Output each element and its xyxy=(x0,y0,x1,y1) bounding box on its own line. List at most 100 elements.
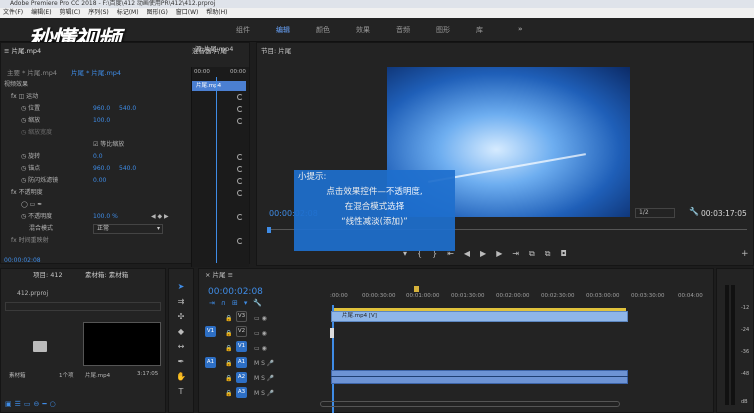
ripple-edit-icon[interactable]: ✣ xyxy=(175,311,187,323)
blend-mode-dropdown[interactable]: 正常 ▾ xyxy=(93,224,163,234)
clip-duration: 3:17:05 xyxy=(137,371,159,377)
project-tab[interactable]: 项目: 412 xyxy=(29,269,63,281)
program-title[interactable]: 节目: 片尾 xyxy=(257,45,291,57)
clip-thumbnail[interactable] xyxy=(83,322,161,366)
reset-icon[interactable] xyxy=(237,94,243,100)
menu-window[interactable]: 窗口(W) xyxy=(176,9,199,16)
mini-clip-bar[interactable]: 片尾.mp4 xyxy=(192,81,246,91)
fit-dropdown[interactable]: 1/2 xyxy=(635,208,675,218)
bin-folder-icon[interactable] xyxy=(33,341,47,352)
reset-icon[interactable] xyxy=(237,214,243,220)
track-a2[interactable]: A2 xyxy=(236,372,247,383)
ellipse-mask-icon[interactable]: ◯ xyxy=(21,201,30,208)
track-v3[interactable]: V3 xyxy=(236,311,247,322)
opacity-value[interactable]: 100.0 % xyxy=(93,211,118,222)
tip-line-3: “线性减淡(添加)” xyxy=(341,217,408,227)
clip-v1-edge[interactable] xyxy=(330,328,334,338)
reset-icon[interactable] xyxy=(237,166,243,172)
slip-tool-icon[interactable]: ↔ xyxy=(175,341,187,353)
effect-timecode[interactable]: 00:00:02:08 xyxy=(4,255,41,266)
fx-icon: fx xyxy=(11,237,19,244)
anchor-row: ◷ 锚点 xyxy=(21,165,41,172)
sequence-clip-dropdown[interactable]: 片尾 * 片尾.mp4 xyxy=(67,67,121,79)
anchor-x-value[interactable]: 960.0 xyxy=(93,163,110,174)
workspace-assembly[interactable]: 组件 xyxy=(236,25,250,35)
menu-help[interactable]: 帮助(H) xyxy=(206,9,227,16)
menu-file[interactable]: 文件(F) xyxy=(3,9,23,16)
position-x-value[interactable]: 960.0 xyxy=(93,103,110,114)
meter-label: -48 xyxy=(741,371,750,377)
effect-controls-tab[interactable]: ≡ 片尾.mp4 xyxy=(0,45,41,57)
reset-icon[interactable] xyxy=(237,154,243,160)
video-effects-label: 视频效果 xyxy=(4,81,29,88)
position-y-value[interactable]: 540.0 xyxy=(119,103,136,114)
track-v2[interactable]: V2 xyxy=(236,326,247,337)
track-a1[interactable]: A1 xyxy=(236,357,247,368)
ruler-tick: 00:03:30:00 xyxy=(631,293,665,299)
program-playhead[interactable] xyxy=(267,227,271,233)
mini-time-end: 00:00 xyxy=(230,69,246,75)
type-tool-icon[interactable]: T xyxy=(175,386,187,398)
source-clip-dropdown[interactable]: 主要 * 片尾.mp4 xyxy=(3,67,57,79)
scale-value[interactable]: 100.0 xyxy=(93,115,110,126)
track-v1[interactable]: V1 xyxy=(236,341,247,352)
pen-tool-icon[interactable]: ✒ xyxy=(175,356,187,368)
project-search-input[interactable] xyxy=(5,302,161,311)
wrench-icon[interactable]: 🔧 xyxy=(689,207,699,216)
rotation-value[interactable]: 0.0 xyxy=(93,151,103,162)
menu-sequence[interactable]: 序列(S) xyxy=(88,9,109,16)
reset-icon[interactable] xyxy=(237,118,243,124)
pen-mask-icon[interactable]: ✒ xyxy=(37,201,42,208)
menu-clip[interactable]: 剪辑(C) xyxy=(59,9,80,16)
lock-icons[interactable]: 🔒 🔒 🔒 🔒 🔒 🔒 xyxy=(225,311,232,401)
motion-row[interactable]: fx ◫ 运动 xyxy=(11,91,38,102)
workspace-color[interactable]: 颜色 xyxy=(316,25,330,35)
time-remap-row[interactable]: fx 时间重映射 xyxy=(11,235,49,246)
clip-a2[interactable] xyxy=(331,370,628,384)
timeline-toolbar[interactable]: ⇥∩⊞▾🔧 xyxy=(209,299,268,307)
clip-v2[interactable]: 片尾.mp4 [V] xyxy=(331,311,628,322)
source-patch-a1[interactable]: A1 xyxy=(205,357,216,368)
antiflicker-value[interactable]: 0.00 xyxy=(93,175,106,186)
meter-label: -12 xyxy=(741,305,750,311)
reset-icon[interactable] xyxy=(237,106,243,112)
bin-tab[interactable]: 素材箱: 素材箱 xyxy=(81,269,128,281)
track-select-icon[interactable]: ⇉ xyxy=(175,296,187,308)
reset-icon[interactable] xyxy=(237,190,243,196)
workspace-graphics[interactable]: 图形 xyxy=(436,25,450,35)
menu-marker[interactable]: 标记(M) xyxy=(117,9,139,16)
reset-icon[interactable] xyxy=(237,238,243,244)
timeline-timecode[interactable]: 00:00:02:08 xyxy=(208,287,263,297)
workspace-effects[interactable]: 效果 xyxy=(356,25,370,35)
workspace-libraries[interactable]: 库 xyxy=(476,25,483,35)
mini-playhead[interactable] xyxy=(216,77,217,263)
razor-tool-icon[interactable]: ◆ xyxy=(175,326,187,338)
keyframe-nav-icon[interactable]: ◀ ◆ ▶ xyxy=(151,211,169,222)
timeline-tab[interactable]: × 片尾 ≡ xyxy=(201,269,233,281)
opacity-section[interactable]: fx 不透明度 xyxy=(11,187,43,198)
track-a3[interactable]: A3 xyxy=(236,387,247,398)
ruler-tick: 00:01:00:00 xyxy=(406,293,440,299)
menu-edit[interactable]: 编辑(E) xyxy=(31,9,51,16)
program-duration: 00:03:17:05 xyxy=(701,209,747,218)
workspace-editing[interactable]: 编辑 xyxy=(276,25,290,35)
source-patch-v1[interactable]: V1 xyxy=(205,326,216,337)
opacity-prop-row: ◷ 不透明度 xyxy=(21,213,53,220)
antiflicker-row: ◷ 防闪烁滤镜 xyxy=(21,177,59,184)
timeline-scrollbar[interactable] xyxy=(320,401,620,407)
audio-mixer-tab[interactable]: 混音器:片尾 xyxy=(188,45,227,57)
clip-label: 片尾.mp4 xyxy=(85,373,111,379)
project-bottom-toolbar[interactable]: ▣☰▭⊖━○ xyxy=(5,400,59,408)
track-toggle-icons[interactable]: ▭ ◉ ▭ ◉ ▭ ◉ M S 🎤 M S 🎤 M S 🎤 xyxy=(254,311,274,401)
timeline-panel: × 片尾 ≡ 00:00:02:08 ⇥∩⊞▾🔧 xyxy=(198,268,714,413)
workspace-audio[interactable]: 音频 xyxy=(396,25,410,35)
marker-icon[interactable] xyxy=(414,286,419,292)
add-button-icon[interactable]: + xyxy=(741,249,749,259)
reset-icon[interactable] xyxy=(237,178,243,184)
hand-tool-icon[interactable]: ✋ xyxy=(175,371,187,383)
anchor-y-value[interactable]: 540.0 xyxy=(119,163,136,174)
uniform-scale-row[interactable]: ☑ 等比缩放 xyxy=(93,139,124,150)
workspace-more-icon[interactable]: » xyxy=(518,25,523,33)
menu-graphics[interactable]: 图形(G) xyxy=(146,9,167,16)
selection-tool-icon[interactable]: ➤ xyxy=(175,281,187,293)
